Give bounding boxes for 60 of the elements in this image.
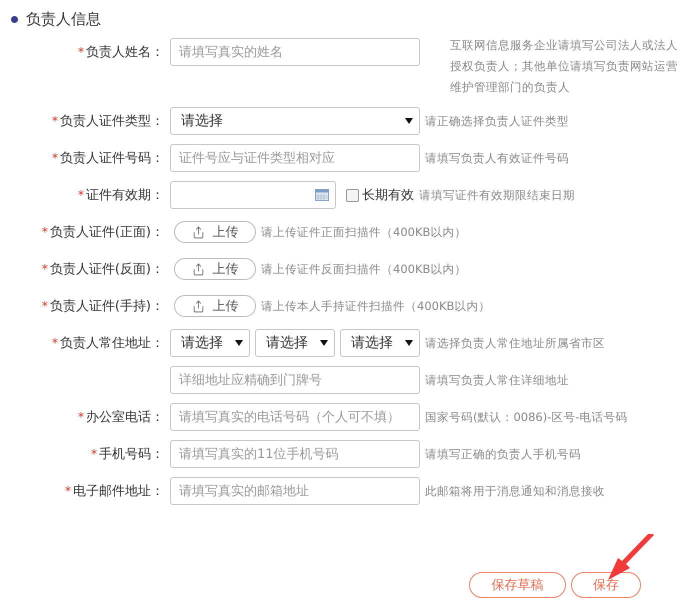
hint-text: 请填写负责人常住详细地址 — [425, 372, 569, 389]
upload-button[interactable]: 上传 — [174, 295, 256, 317]
bullet-icon — [11, 16, 18, 22]
hint-text: 请正确选择负责人证件类型 — [425, 113, 569, 130]
dropdown[interactable]: 请选择 — [170, 107, 420, 135]
field-label: 手机号码： — [99, 446, 164, 463]
hint-text: 互联网信息服务企业请填写公司法人或法人授权负责人；其他单位请填写负责网站运营维护管理部门的负责人 — [450, 37, 679, 96]
required-mark: * — [52, 336, 58, 350]
upload-icon — [192, 300, 204, 312]
field-label: 负责人证件(反面)： — [50, 261, 164, 278]
upload-button[interactable]: 上传 — [174, 258, 256, 280]
hint-text: 请上传本人手持证件扫描件（400KB以内） — [261, 298, 490, 315]
hint-text: 此邮箱将用于消息通知和消息接收 — [425, 483, 605, 500]
required-mark: * — [65, 484, 71, 498]
upload-icon — [192, 226, 204, 238]
required-mark: * — [52, 114, 58, 128]
upload-icon — [192, 262, 204, 276]
caret-icon — [235, 340, 243, 346]
text-field[interactable]: 证件号应与证件类型相对应 — [170, 144, 420, 172]
required-mark: * — [78, 45, 84, 59]
field-label: 负责人证件(正面)： — [50, 224, 164, 241]
hint-text: 请填写证件有效期限结束日期 — [419, 187, 575, 204]
field-label: 负责人证件号码： — [60, 150, 164, 167]
required-mark: * — [91, 447, 97, 461]
field-label: 电子邮件地址： — [73, 483, 164, 500]
field-label: 负责人常住地址： — [60, 335, 164, 352]
hint-text: 请上传证件反面扫描件（400KB以内） — [261, 261, 466, 278]
caret-icon — [405, 340, 413, 346]
hint-text: 请填写负责人有效证件号码 — [425, 150, 569, 167]
date-field[interactable] — [170, 181, 336, 209]
required-mark: * — [78, 410, 84, 424]
checkbox-label: 长期有效 — [362, 187, 414, 204]
checkbox[interactable] — [346, 188, 359, 202]
field-label: 办公室电话： — [86, 409, 164, 426]
field-label: 负责人证件类型： — [60, 113, 164, 130]
field-label: 负责人姓名： — [86, 44, 164, 61]
calendar-icon — [315, 189, 329, 201]
dropdown[interactable]: 请选择 — [170, 329, 250, 357]
hint-text: 请上传证件正面扫描件（400KB以内） — [261, 224, 466, 241]
section-title: 负责人信息 — [26, 10, 101, 28]
required-mark: * — [78, 188, 84, 202]
caret-icon — [320, 340, 328, 346]
text-field[interactable]: 请填写真实的电话号码（个人可不填） — [170, 403, 420, 431]
hint-text: 请选择负责人常住地址所属省市区 — [425, 335, 605, 352]
required-mark: * — [42, 299, 48, 313]
dropdown[interactable]: 请选择 — [255, 329, 335, 357]
hint-text: 国家号码(默认：0086)-区号-电话号码 — [425, 409, 628, 426]
field-label: 负责人证件(手持)： — [50, 298, 164, 315]
text-field[interactable]: 请填写真实的邮箱地址 — [170, 477, 420, 505]
text-field[interactable]: 详细地址应精确到门牌号 — [170, 366, 420, 394]
text-field[interactable]: 请填写真实的姓名 — [170, 38, 420, 66]
dropdown[interactable]: 请选择 — [340, 329, 420, 357]
text-field[interactable]: 请填写真实的11位手机号码 — [170, 440, 420, 468]
required-mark: * — [42, 262, 48, 276]
required-mark: * — [52, 151, 58, 165]
caret-icon — [405, 118, 413, 124]
upload-button[interactable]: 上传 — [174, 221, 256, 243]
hint-text: 请填写正确的负责人手机号码 — [425, 446, 581, 463]
required-mark: * — [42, 225, 48, 239]
field-label: 证件有效期： — [86, 187, 164, 204]
